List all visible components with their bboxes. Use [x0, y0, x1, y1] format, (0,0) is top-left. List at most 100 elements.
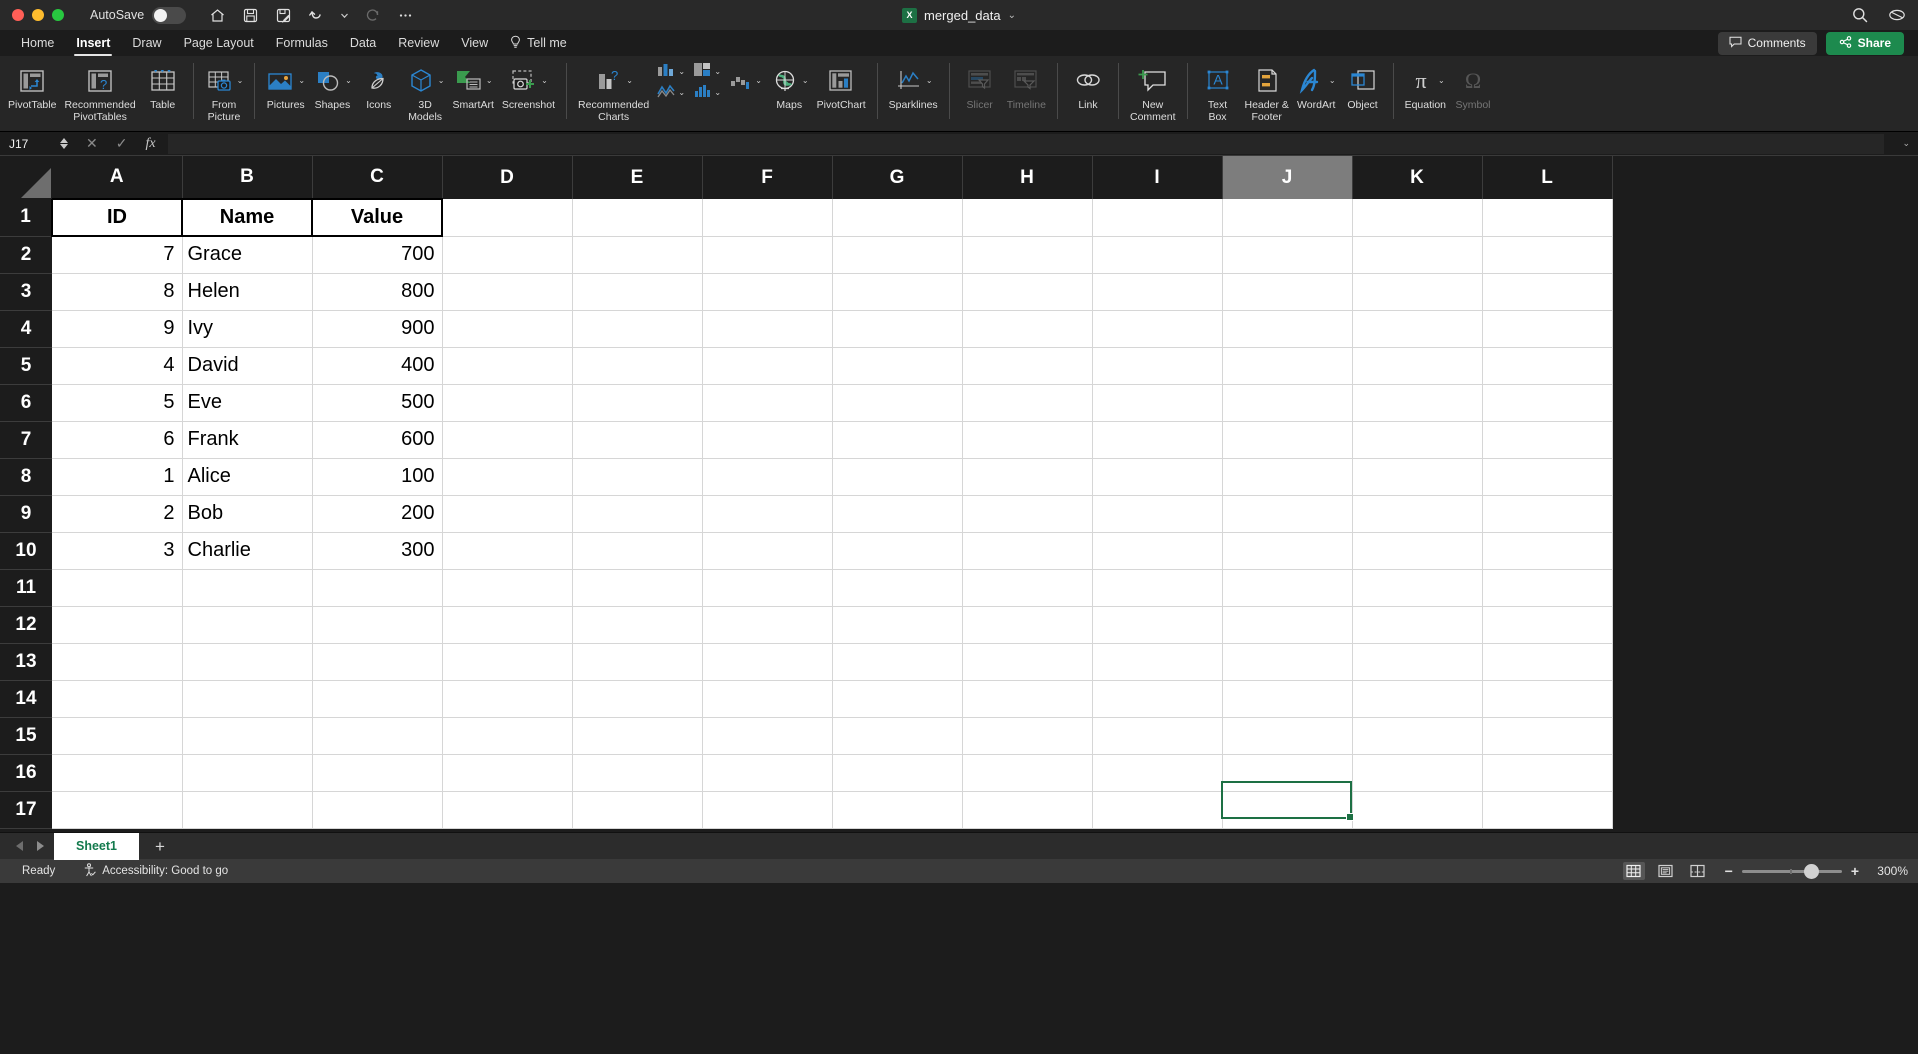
zoom-in-button[interactable]: + — [1851, 864, 1859, 878]
chevron-down-icon[interactable]: ⌄ — [926, 77, 933, 85]
equation-button[interactable]: π ⌄ Equation — [1401, 61, 1450, 112]
cell-D13[interactable] — [442, 643, 573, 681]
cell-I9[interactable] — [1092, 495, 1223, 533]
cell-L9[interactable] — [1482, 495, 1613, 533]
cell-E12[interactable] — [572, 606, 703, 644]
cell-A2[interactable]: 7 — [52, 236, 183, 274]
recommended-charts-button[interactable]: ? ⌄ Recommended Charts — [574, 61, 653, 123]
cell-E17[interactable] — [572, 791, 703, 829]
column-header-row[interactable]: A B C D E F G H I J K L — [0, 156, 1613, 199]
cell-I8[interactable] — [1092, 458, 1223, 496]
column-chart-button[interactable]: ⌄ — [657, 62, 685, 82]
row-header-1[interactable]: 1 — [0, 199, 52, 237]
cell-H17[interactable] — [962, 791, 1093, 829]
grid-row[interactable]: 11 — [0, 569, 1613, 607]
chevron-down-icon[interactable]: ⌄ — [1329, 77, 1336, 85]
column-header-C[interactable]: C — [312, 156, 443, 199]
tab-data[interactable]: Data — [339, 30, 387, 56]
chevron-down-icon[interactable]: ⌄ — [345, 77, 352, 85]
cell-D16[interactable] — [442, 754, 573, 792]
cell-E14[interactable] — [572, 680, 703, 718]
sheet-tab-bar[interactable]: Sheet1 + — [0, 832, 1918, 860]
cell-J10[interactable] — [1222, 532, 1353, 570]
cell-K12[interactable] — [1352, 606, 1483, 644]
chevron-down-icon[interactable]: ⌄ — [678, 67, 685, 76]
cell-A6[interactable]: 5 — [52, 384, 183, 422]
cell-G5[interactable] — [832, 347, 963, 385]
cell-J15[interactable] — [1222, 717, 1353, 755]
cell-K5[interactable] — [1352, 347, 1483, 385]
cell-K15[interactable] — [1352, 717, 1483, 755]
grid-row[interactable]: 10 3 Charlie 300 — [0, 532, 1613, 570]
cell-D6[interactable] — [442, 384, 573, 422]
prev-sheet-icon[interactable] — [16, 841, 23, 851]
cell-H14[interactable] — [962, 680, 1093, 718]
cell-A14[interactable] — [52, 680, 183, 718]
spreadsheet-grid[interactable]: A B C D E F G H I J K L 1 ID Name Value 2 7 Gr… — [0, 156, 1918, 832]
row-header-5[interactable]: 5 — [0, 347, 52, 385]
cell-F16[interactable] — [702, 754, 833, 792]
cell-I12[interactable] — [1092, 606, 1223, 644]
cell-F17[interactable] — [702, 791, 833, 829]
cell-K11[interactable] — [1352, 569, 1483, 607]
text-box-button[interactable]: A Text Box — [1195, 61, 1241, 123]
cell-D11[interactable] — [442, 569, 573, 607]
status-bar-right[interactable]: − + 300% — [1622, 862, 1908, 880]
header-footer-button[interactable]: Header & Footer — [1241, 61, 1293, 123]
column-header-J[interactable]: J — [1222, 156, 1353, 199]
autosave-control[interactable]: AutoSave — [90, 6, 187, 24]
cell-I17[interactable] — [1092, 791, 1223, 829]
cell-F7[interactable] — [702, 421, 833, 459]
chevron-down-icon[interactable]: ⌄ — [438, 77, 445, 85]
cell-F8[interactable] — [702, 458, 833, 496]
zoom-control[interactable]: − + 300% — [1725, 863, 1908, 879]
column-header-F[interactable]: F — [702, 156, 833, 199]
chevron-down-icon[interactable]: ⌄ — [1438, 77, 1445, 85]
chevron-down-icon[interactable]: ⌄ — [541, 77, 548, 85]
waterfall-chart-button[interactable]: ⌄ — [725, 61, 766, 100]
chart-type-hierarchy-group[interactable]: ⌄ ⌄ — [689, 61, 725, 102]
cell-B4[interactable]: Ivy — [182, 310, 313, 348]
cell-A9[interactable]: 2 — [52, 495, 183, 533]
cell-C17[interactable] — [312, 791, 443, 829]
cell-B10[interactable]: Charlie — [182, 532, 313, 570]
grid-row[interactable]: 8 1 Alice 100 — [0, 458, 1613, 496]
cell-J4[interactable] — [1222, 310, 1353, 348]
cell-B2[interactable]: Grace — [182, 236, 313, 274]
column-header-H[interactable]: H — [962, 156, 1093, 199]
chevron-down-icon[interactable]: ⌄ — [298, 77, 305, 85]
normal-view-button[interactable] — [1622, 862, 1645, 880]
cell-C11[interactable] — [312, 569, 443, 607]
column-header-D[interactable]: D — [442, 156, 573, 199]
cell-G15[interactable] — [832, 717, 963, 755]
cell-J11[interactable] — [1222, 569, 1353, 607]
row-header-12[interactable]: 12 — [0, 606, 52, 644]
cell-E9[interactable] — [572, 495, 703, 533]
cell-L3[interactable] — [1482, 273, 1613, 311]
cell-D12[interactable] — [442, 606, 573, 644]
recommended-pivot-tables-button[interactable]: ? Recommended PivotTables — [60, 61, 139, 123]
cell-J13[interactable] — [1222, 643, 1353, 681]
cell-B7[interactable]: Frank — [182, 421, 313, 459]
cell-H9[interactable] — [962, 495, 1093, 533]
cell-J16[interactable] — [1222, 754, 1353, 792]
row-header-10[interactable]: 10 — [0, 532, 52, 570]
row-header-16[interactable]: 16 — [0, 754, 52, 792]
grid-row[interactable]: 4 9 Ivy 900 — [0, 310, 1613, 348]
row-header-13[interactable]: 13 — [0, 643, 52, 681]
cell-J6[interactable] — [1222, 384, 1353, 422]
cell-G7[interactable] — [832, 421, 963, 459]
next-sheet-icon[interactable] — [37, 841, 44, 851]
cell-F10[interactable] — [702, 532, 833, 570]
pivotchart-button[interactable]: PivotChart — [813, 61, 870, 112]
cell-F12[interactable] — [702, 606, 833, 644]
grid-row[interactable]: 13 — [0, 643, 1613, 681]
cell-L4[interactable] — [1482, 310, 1613, 348]
cell-A4[interactable]: 9 — [52, 310, 183, 348]
cell-E2[interactable] — [572, 236, 703, 274]
tab-page-layout[interactable]: Page Layout — [173, 30, 265, 56]
cell-F13[interactable] — [702, 643, 833, 681]
spinner-up-icon[interactable] — [60, 138, 68, 143]
cell-B9[interactable]: Bob — [182, 495, 313, 533]
cell-B16[interactable] — [182, 754, 313, 792]
